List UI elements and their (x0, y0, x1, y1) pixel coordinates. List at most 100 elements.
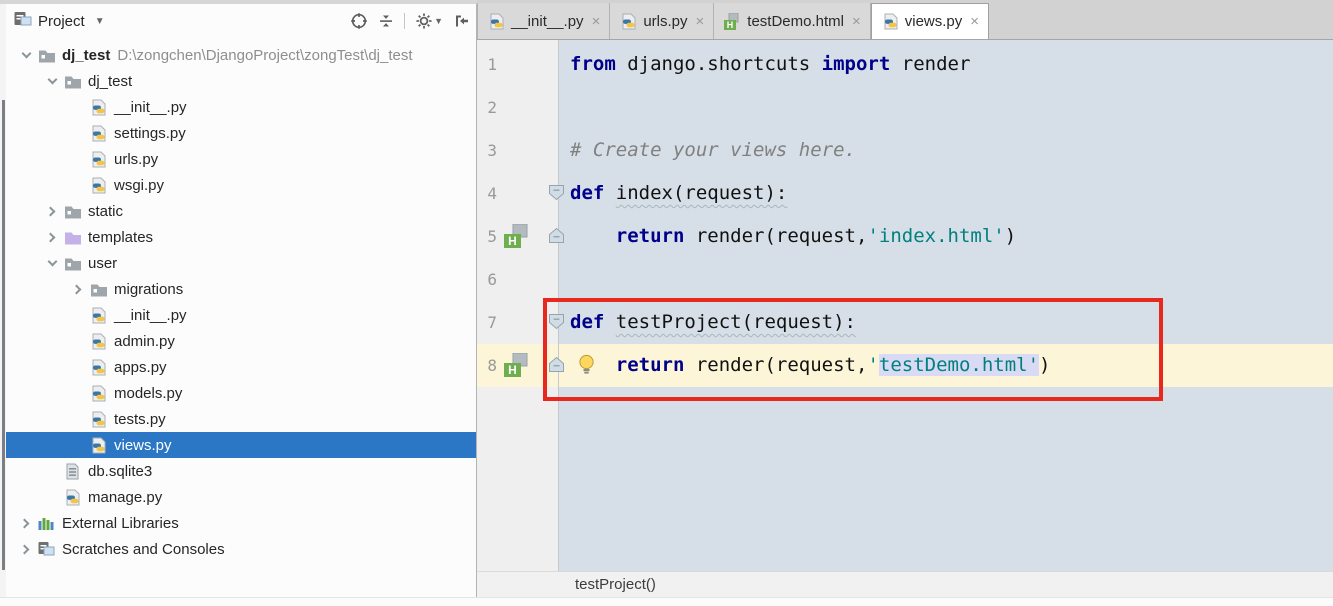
chevron-down-icon (47, 74, 57, 85)
annotation-red-box (543, 298, 1163, 401)
code-editor[interactable]: 1 from django.shortcuts import render 2 3 # … (477, 40, 1333, 571)
collapse-all-button[interactable] (378, 13, 394, 29)
tree-item-static[interactable]: static (6, 198, 476, 224)
tree-item-tests-py[interactable]: tests.py (6, 406, 476, 432)
tree-chevron-expanded[interactable] (14, 48, 38, 59)
python-icon (488, 13, 505, 30)
close-icon[interactable]: × (970, 14, 979, 29)
tree-item-label: settings.py (114, 124, 186, 142)
code-text: def index(request): (570, 172, 787, 215)
tree-chevron-collapsed[interactable] (14, 518, 38, 528)
tab-label: testDemo.html (747, 12, 844, 30)
tree-item-label: models.py (114, 384, 183, 402)
svg-text:H: H (508, 234, 517, 248)
code-text: from django.shortcuts import render (570, 43, 970, 86)
tree-item-manage-py[interactable]: manage.py (6, 484, 476, 510)
code-segment: render (890, 53, 971, 75)
tab--init-py[interactable]: __init__.py × (477, 3, 611, 39)
tree-item-admin-py[interactable]: admin.py (6, 328, 476, 354)
tree-item-label: tests.py (114, 410, 166, 428)
tree-chevron-expanded[interactable] (40, 74, 64, 85)
python-icon (90, 333, 114, 350)
tree-chevron-expanded[interactable] (40, 256, 64, 267)
chevron-down-icon: ▼ (434, 16, 443, 26)
tree-item-external-libraries[interactable]: External Libraries (6, 510, 476, 536)
tree-item-templates[interactable]: templates (6, 224, 476, 250)
libs-icon (38, 516, 62, 531)
close-icon[interactable]: × (852, 14, 861, 29)
chevron-right-icon (45, 232, 56, 242)
tree-item-wsgi-py[interactable]: wsgi.py (6, 172, 476, 198)
tree-item-dj-test[interactable]: dj_test (6, 68, 476, 94)
line-number: 3 (487, 141, 497, 160)
tree-item-settings-py[interactable]: settings.py (6, 120, 476, 146)
tree-item-urls-py[interactable]: urls.py (6, 146, 476, 172)
tree-item-models-py[interactable]: models.py (6, 380, 476, 406)
tab-views-py[interactable]: views.py × (870, 3, 990, 39)
tree-item-scratches-and-consoles[interactable]: Scratches and Consoles (6, 536, 476, 562)
folder-templates-icon (64, 230, 88, 245)
code-line-5[interactable]: 5 H return render(request,'index.html') (477, 215, 1333, 258)
code-line-1[interactable]: 1 from django.shortcuts import render (477, 43, 1333, 86)
tree-chevron-collapsed[interactable] (40, 232, 64, 242)
code-segment: from (570, 53, 616, 75)
tree-item--init-py[interactable]: __init__.py (6, 94, 476, 120)
chevron-right-icon (19, 544, 30, 554)
tree-item-dj-test[interactable]: dj_test D:\zongchen\DjangoProject\zongTes… (6, 42, 476, 68)
tree-item-apps-py[interactable]: apps.py (6, 354, 476, 380)
tab-label: views.py (904, 13, 963, 30)
tree-item-label: apps.py (114, 358, 167, 376)
code-line-2[interactable]: 2 (477, 86, 1333, 129)
tree-item-user[interactable]: user (6, 250, 476, 276)
fold-marker-icon[interactable] (548, 227, 565, 249)
tree-item-label: migrations (114, 280, 184, 298)
tree-item--init-py[interactable]: __init__.py (6, 302, 476, 328)
fold-marker-icon[interactable] (548, 184, 565, 206)
go-to-template-icon[interactable]: H (504, 352, 530, 382)
chevron-right-icon (45, 206, 56, 216)
hide-panel-button[interactable] (453, 13, 470, 29)
tree-chevron-collapsed[interactable] (40, 206, 64, 216)
tab-testdemo-html[interactable]: HtestDemo.html × (714, 3, 871, 39)
close-icon[interactable]: × (696, 14, 705, 29)
tree-item-label: user (88, 254, 118, 272)
folder-icon (38, 48, 62, 63)
tree-item-label: admin.py (114, 332, 175, 350)
go-to-template-icon[interactable]: H (504, 223, 530, 253)
chevron-right-icon (71, 284, 82, 294)
locate-file-button[interactable] (350, 12, 368, 30)
line-number: 6 (487, 270, 497, 289)
code-segment: index(request): (615, 182, 788, 204)
python-icon (90, 125, 114, 142)
code-line-4[interactable]: 4 def index(request): (477, 172, 1333, 215)
breadcrumb-item[interactable]: testProject() (575, 576, 656, 593)
tree-item-views-py[interactable]: views.py (6, 432, 476, 458)
tree-item-db-sqlite3[interactable]: db.sqlite3 (6, 458, 476, 484)
tree-item-label: manage.py (88, 488, 163, 506)
folder-icon (64, 256, 88, 271)
tree-chevron-collapsed[interactable] (66, 284, 90, 294)
project-tree: dj_test D:\zongchen\DjangoProject\zongTes… (6, 42, 476, 562)
settings-gear-button[interactable]: ▼ (415, 12, 443, 30)
code-segment: django.shortcuts (615, 53, 822, 75)
close-icon[interactable]: × (592, 14, 601, 29)
chevron-down-icon (21, 48, 31, 59)
code-line-6[interactable]: 6 (477, 258, 1333, 301)
tree-chevron-collapsed[interactable] (14, 544, 38, 554)
code-line-3[interactable]: 3 # Create your views here. (477, 129, 1333, 172)
tab-urls-py[interactable]: urls.py × (610, 3, 715, 39)
folder-icon (64, 74, 88, 89)
chevron-down-icon[interactable]: ▼ (95, 16, 105, 27)
tree-item-migrations[interactable]: migrations (6, 276, 476, 302)
